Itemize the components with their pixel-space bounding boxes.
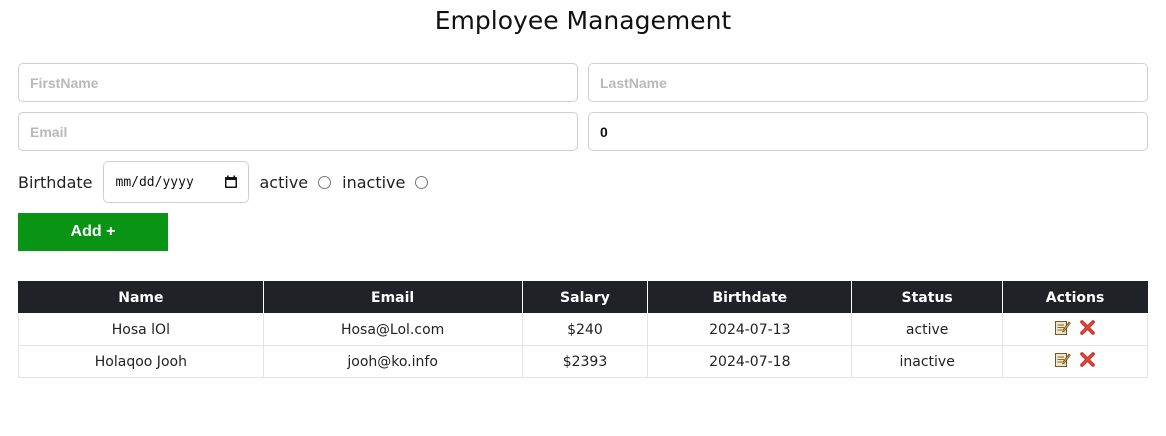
header-birthdate: Birthdate [647,281,853,314]
delete-x-icon[interactable] [1079,351,1096,368]
table-row: Hosa lOl Hosa@Lol.com $240 2024-07-13 ac… [18,313,1148,346]
birthdate-label: Birthdate [18,172,93,192]
page: Employee Management Birthdate mm/dd/yyyy… [0,0,1166,436]
cell-salary: $2393 [521,345,649,378]
cell-birthdate: 2024-07-18 [647,345,853,378]
calendar-icon[interactable] [224,175,238,189]
cell-email: jooh@ko.info [262,345,523,378]
first-name-input[interactable] [18,63,578,102]
header-email: Email [262,281,523,314]
edit-memo-icon[interactable] [1054,351,1071,368]
last-name-input[interactable] [588,63,1148,102]
cell-salary: $240 [521,313,649,346]
birthdate-value: mm/dd/yyyy [115,174,194,190]
inactive-option: inactive [342,172,429,192]
delete-x-icon[interactable] [1079,319,1096,336]
birthdate-status-row: Birthdate mm/dd/yyyy active inactive [18,161,439,203]
inactive-label: inactive [342,172,406,192]
salary-input[interactable] [588,112,1148,151]
header-name: Name [18,281,264,314]
add-button[interactable]: Add + [18,213,168,251]
cell-actions [1002,313,1148,346]
employee-table: Name Email Salary Birthdate Status Actio… [18,281,1148,378]
cell-birthdate: 2024-07-13 [647,313,853,346]
active-radio[interactable] [318,175,332,189]
header-actions: Actions [1002,281,1148,314]
table-row: Holaqoo Jooh jooh@ko.info $2393 2024-07-… [18,345,1148,378]
cell-email: Hosa@Lol.com [262,313,523,346]
email-input[interactable] [18,112,578,151]
cell-name: Hosa lOl [18,313,264,346]
cell-status: active [851,313,1004,346]
active-option: active [260,173,332,192]
cell-name: Holaqoo Jooh [18,345,264,378]
inactive-radio[interactable] [415,175,429,189]
header-salary: Salary [521,281,649,314]
table-header-row: Name Email Salary Birthdate Status Actio… [18,281,1148,314]
edit-memo-icon[interactable] [1054,319,1071,336]
page-title: Employee Management [434,6,732,35]
active-label: active [259,172,309,192]
cell-actions [1002,345,1148,378]
header-status: Status [851,281,1004,314]
cell-status: inactive [851,345,1004,378]
birthdate-input[interactable]: mm/dd/yyyy [102,161,249,203]
